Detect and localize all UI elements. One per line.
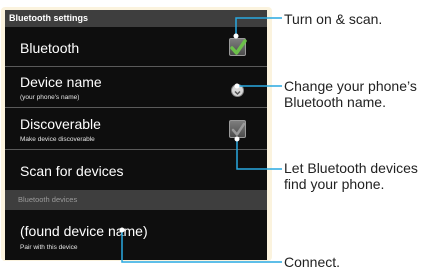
callout-let-find: Let Bluetooth devices find your phone. [284,160,418,192]
callout-turn-on: Turn on & scan. [284,11,383,27]
callout-line-turn-on [235,17,282,36]
callout-line-let-find [236,139,282,170]
callout-change-name: Change your phone’s Bluetooth name. [284,78,417,110]
callout-lines [119,17,282,263]
callout-line-connect [121,230,282,263]
